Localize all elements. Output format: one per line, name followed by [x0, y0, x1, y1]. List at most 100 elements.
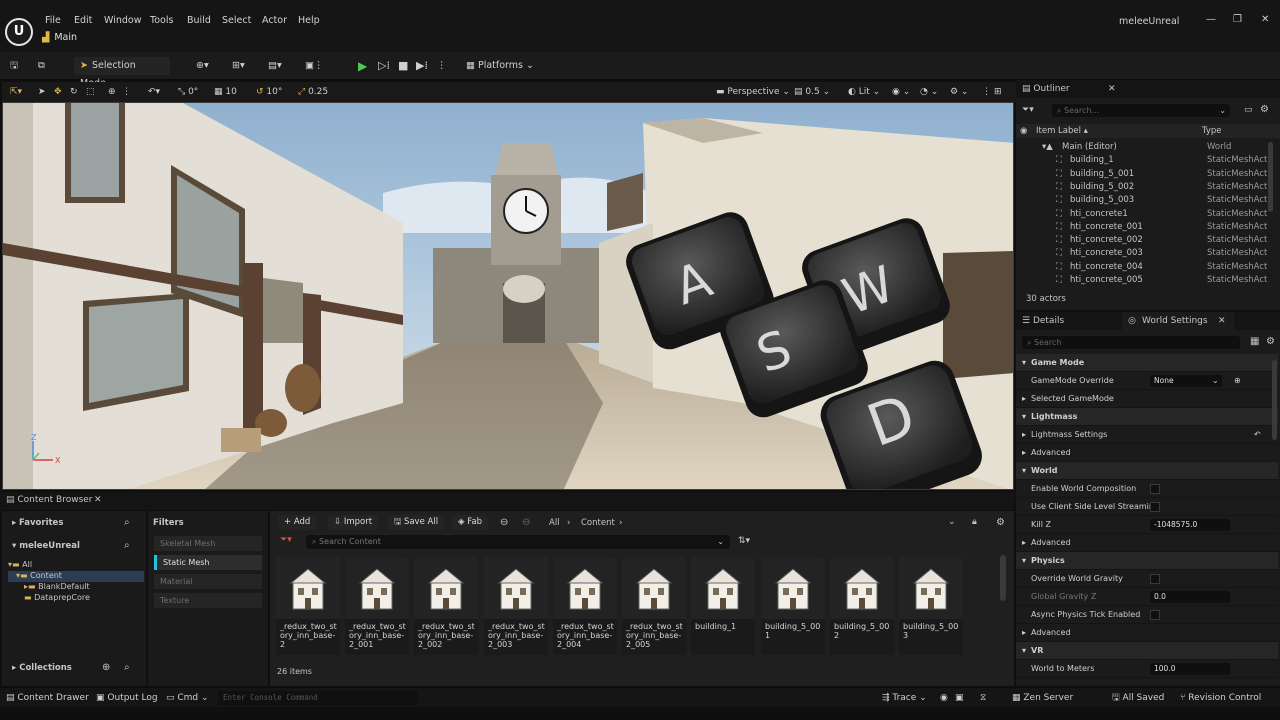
unreal-logo-icon[interactable]: U	[5, 18, 33, 46]
angle-snap-toggle[interactable]: ↺ 10°	[256, 85, 282, 99]
settings-icon[interactable]: ⚙ ⌄	[950, 85, 968, 99]
menu-tools[interactable]: Tools	[150, 15, 173, 29]
close-icon[interactable]: ✕	[1218, 316, 1226, 326]
camera-speed-dropdown[interactable]: ▤ 0.5 ⌄	[794, 85, 830, 99]
select-icon[interactable]: ➤	[38, 85, 46, 99]
surface-snap-icon[interactable]: ↶▾	[148, 85, 160, 99]
outliner-row[interactable]: ⛶ building_5_002 StaticMeshActor	[1016, 181, 1280, 194]
search-icon[interactable]: ⌕	[124, 662, 130, 673]
checkbox[interactable]	[1150, 484, 1160, 494]
outliner-row[interactable]: ⛶ building_1 StaticMeshActor	[1016, 154, 1280, 167]
asset-tile[interactable]: _redux_two_story_inn_base-2_002	[414, 557, 478, 655]
filter-icon[interactable]: ⏷▾	[280, 535, 292, 545]
play-options-icon[interactable]: ⋮	[437, 57, 447, 75]
asset-tile[interactable]: _redux_two_story_inn_base-2_003	[484, 557, 548, 655]
tab-world-settings[interactable]: ◎ World Settings ✕	[1122, 312, 1234, 330]
scrollbar[interactable]	[1272, 360, 1277, 440]
selection-mode-dropdown[interactable]: ➤Selection Mode⌄	[74, 57, 170, 89]
more-icon[interactable]: ⋮	[122, 85, 131, 99]
search-content-input[interactable]: ⌕ Search Content ⌄	[306, 535, 730, 549]
stop-icon[interactable]: ■	[398, 57, 408, 75]
outliner-row[interactable]: ⛶ hti_concrete_002 StaticMeshActor	[1016, 234, 1280, 247]
lock-icon[interactable]: 🔒︎	[972, 517, 977, 527]
outliner-row[interactable]: ⛶ building_5_001 StaticMeshActor	[1016, 168, 1280, 181]
outliner-row[interactable]: ⛶ hti_concrete1 StaticMeshActor	[1016, 208, 1280, 221]
outliner-world-row[interactable]: ▾▲ Main (Editor) World	[1016, 141, 1280, 154]
blueprint-icon[interactable]: ⊞▾	[232, 57, 245, 75]
filter-texture[interactable]: Texture	[154, 593, 262, 608]
browse-icon[interactable]: ⊕	[1234, 372, 1241, 390]
menu-edit[interactable]: Edit	[74, 15, 92, 29]
breadcrumb-all[interactable]: All	[549, 518, 560, 528]
filter-static-mesh[interactable]: Static Mesh	[154, 555, 262, 570]
filter-skeletal-mesh[interactable]: Skeletal Mesh	[154, 536, 262, 551]
asset-tile[interactable]: _redux_two_story_inn_base-2	[276, 557, 340, 655]
asset-tile[interactable]: _redux_two_story_inn_base-2_001	[345, 557, 409, 655]
numeric-input[interactable]: 100.0	[1150, 663, 1230, 675]
tab-details[interactable]: ☰ Details	[1022, 316, 1064, 326]
fab-button[interactable]: ◈ Fab	[452, 515, 488, 530]
outliner-row[interactable]: ⛶ hti_concrete_003 StaticMeshActor	[1016, 247, 1280, 260]
reset-icon[interactable]: ↶	[1254, 426, 1261, 444]
trace-dropdown[interactable]: ⇶ Trace ⌄	[882, 692, 927, 704]
browse-icon[interactable]: ⧉	[38, 57, 45, 75]
filter-icon[interactable]: ⏷▾	[1022, 105, 1034, 115]
menu-select[interactable]: Select	[222, 15, 251, 29]
save-all-button[interactable]: 🖫 Save All	[388, 515, 445, 530]
import-button[interactable]: ⇩ Import	[328, 515, 379, 530]
close-icon[interactable]: ✕	[1108, 84, 1116, 94]
outliner-row[interactable]: ⛶ hti_concrete_001 StaticMeshActor	[1016, 221, 1280, 234]
output-log-button[interactable]: ▣ Output Log	[96, 692, 158, 704]
screenshot-icon[interactable]: ▣	[955, 692, 964, 704]
details-section-header[interactable]: ▾ Game Mode	[1016, 354, 1278, 372]
add-button[interactable]: + Add	[278, 515, 317, 530]
item-label-header[interactable]: Item Label ▴	[1036, 124, 1088, 138]
maximize-icon[interactable]: ❐	[1233, 14, 1242, 25]
tab-outliner[interactable]: ▤ Outliner	[1022, 84, 1070, 94]
settings-icon[interactable]: ⚙	[996, 517, 1005, 528]
search-icon[interactable]: ⌕	[124, 517, 130, 528]
details-property-row[interactable]: ▸ Lightmass Settings ↶	[1016, 426, 1278, 444]
outliner-row[interactable]: ⛶ hti_concrete_005 StaticMeshActor	[1016, 274, 1280, 287]
add-folder-icon[interactable]: ▭	[1244, 105, 1253, 115]
asset-tile[interactable]: _redux_two_story_inn_base-2_005	[622, 557, 686, 655]
asset-tile[interactable]: building_1	[691, 557, 755, 655]
scrollbar[interactable]	[1268, 142, 1273, 212]
scrollbar[interactable]	[1000, 555, 1006, 601]
details-property-row[interactable]: ▸ Advanced	[1016, 534, 1278, 552]
content-drawer-button[interactable]: ▤ Content Drawer	[6, 692, 89, 704]
layout-icon[interactable]: ⊞	[994, 85, 1002, 99]
project-header[interactable]: ▾ meleeUnreal	[12, 541, 80, 551]
platforms-dropdown[interactable]: ▦ Platforms ⌄	[466, 57, 534, 75]
add-collection-icon[interactable]: ⊕	[102, 662, 110, 673]
more-icon[interactable]: ⋮	[982, 85, 991, 99]
tree-item-dataprepcore[interactable]: ▬ DataprepCore	[24, 593, 144, 604]
chevron-down-icon[interactable]: ⌄	[948, 517, 956, 527]
scale-icon[interactable]: ⬚	[86, 85, 95, 99]
performance-icon[interactable]: ◔ ⌄	[920, 85, 938, 99]
transform-select-icon[interactable]: ⇱▾	[10, 85, 22, 99]
step-icon[interactable]: ▷⁞	[378, 57, 390, 75]
tree-item-all[interactable]: ▾▬ All	[8, 560, 144, 571]
visibility-icon[interactable]: ◉	[1020, 124, 1027, 138]
close-icon[interactable]: ✕	[1261, 14, 1269, 25]
add-actor-icon[interactable]: ⊕▾	[196, 57, 209, 75]
checkbox[interactable]	[1150, 502, 1160, 512]
details-section-header[interactable]: ▾ Physics	[1016, 552, 1278, 570]
rotate-snap-toggle[interactable]: ⤡ 0°	[178, 85, 198, 99]
menu-file[interactable]: File	[45, 15, 61, 29]
outliner-search-input[interactable]: ⌕ Search... ⌄	[1052, 104, 1230, 117]
numeric-input[interactable]: -1048575.0	[1150, 519, 1230, 531]
collections-header[interactable]: ▸ Collections	[12, 663, 72, 673]
grid-snap-toggle[interactable]: ▦ 10	[214, 85, 237, 99]
close-icon[interactable]: ✕	[94, 495, 102, 505]
level-viewport[interactable]: A S W D Z X	[2, 102, 1014, 490]
tree-item-content[interactable]: ▾▬ Content	[8, 571, 144, 582]
revision-control-button[interactable]: ⑂ Revision Control	[1180, 692, 1261, 704]
back-icon[interactable]: ⊖	[500, 517, 508, 528]
details-property-row[interactable]: ▸ Selected GameMode	[1016, 390, 1278, 408]
grid-icon[interactable]: ▦	[1250, 336, 1259, 347]
forward-icon[interactable]: ⊖	[522, 517, 530, 528]
settings-icon[interactable]: ⚙	[1260, 104, 1269, 115]
cmd-dropdown[interactable]: ▭ Cmd ⌄	[166, 692, 209, 704]
